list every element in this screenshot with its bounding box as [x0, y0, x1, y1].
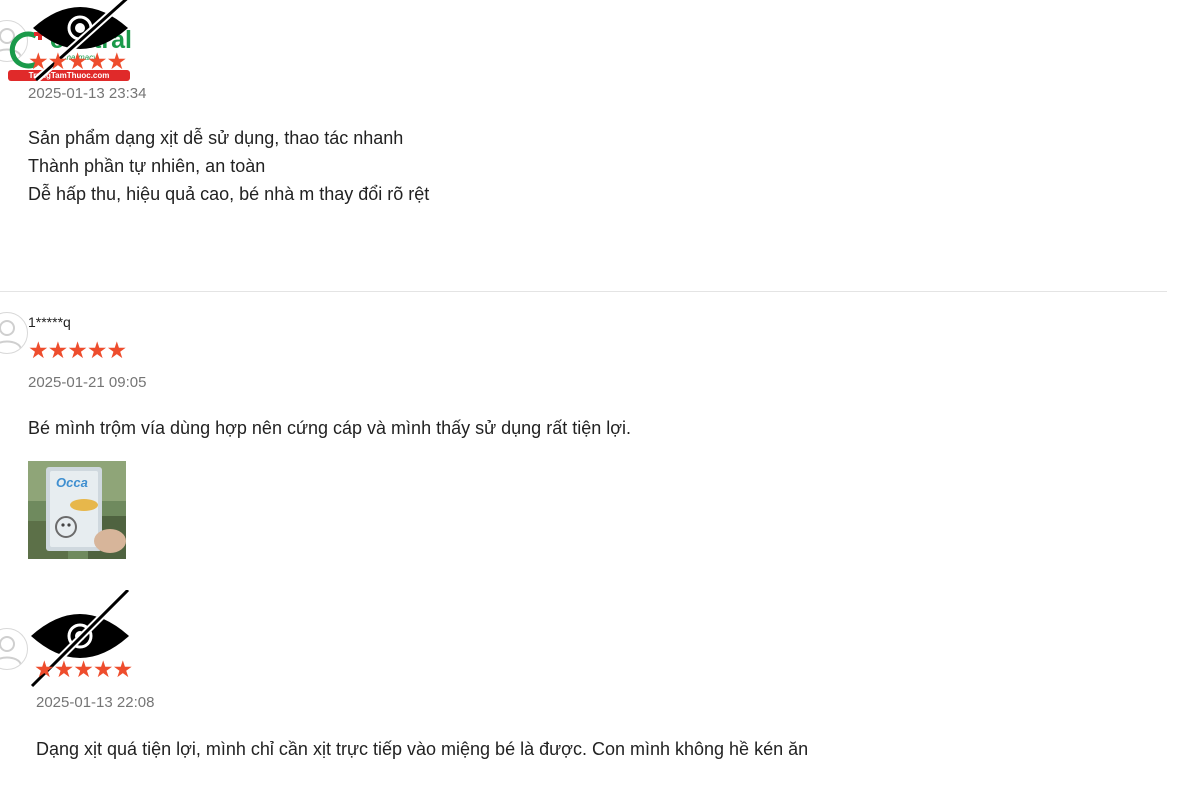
rating-stars: ★★★★★ — [28, 48, 127, 74]
review-text: Sản phẩm dạng xịt dễ sử dụng, thao tác n… — [28, 124, 429, 208]
review-item: ★★★★★ 2025-01-13 22:08 Dạng xịt quá tiện… — [0, 587, 1200, 800]
default-avatar-icon — [0, 320, 22, 350]
review-item: 1*****q ★★★★★ 2025-01-21 09:05 Bé mình t… — [0, 292, 1200, 592]
review-photo[interactable]: Occa — [28, 461, 126, 559]
review-text: Dạng xịt quá tiện lợi, mình chỉ cần xịt … — [36, 735, 808, 763]
review-date: 2025-01-21 09:05 — [28, 374, 147, 391]
photo-product-text: Occa — [56, 475, 88, 490]
rating-stars: ★★★★★ — [34, 656, 133, 682]
rating-stars: ★★★★★ — [28, 337, 127, 363]
reviewer-name: 1*****q — [28, 314, 71, 330]
review-line: Bé mình trộm vía dùng hợp nên cứng cáp v… — [28, 418, 632, 438]
avatar — [0, 628, 28, 670]
review-line: Dạng xịt quá tiện lợi, mình chỉ cần xịt … — [36, 739, 809, 759]
review-line: Sản phẩm dạng xịt dễ sử dụng, thao tác n… — [28, 128, 404, 148]
review-line: Dễ hấp thu, hiệu quả cao, bé nhà m thay … — [28, 184, 430, 204]
default-avatar-icon — [0, 636, 22, 666]
review-item: central pharmacy TrungTamThuoc.com ★★★★★… — [0, 0, 1200, 292]
avatar — [0, 312, 28, 354]
review-text: Bé mình trộm vía dùng hợp nên cứng cáp v… — [28, 414, 631, 442]
review-date: 2025-01-13 23:34 — [28, 85, 147, 102]
review-date: 2025-01-13 22:08 — [36, 694, 155, 711]
review-line: Thành phần tự nhiên, an toàn — [28, 156, 266, 176]
